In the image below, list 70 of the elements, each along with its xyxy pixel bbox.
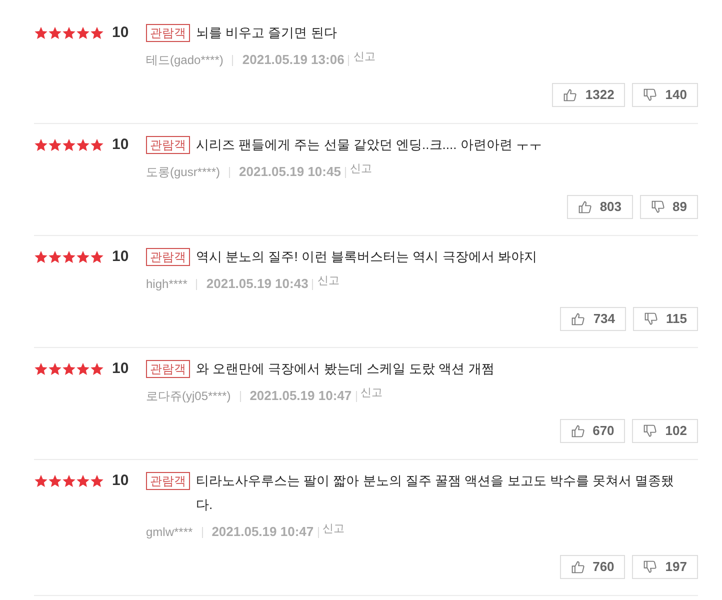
like-button[interactable]: 1322 (552, 83, 626, 107)
rating-score: 10 (112, 246, 129, 267)
star-icon (48, 138, 62, 152)
star-icon (76, 250, 90, 264)
viewer-badge: 관람객 (146, 136, 190, 154)
star-icon (34, 362, 48, 376)
author-name: 테드(gado****) (146, 52, 224, 69)
star-icon (34, 474, 48, 488)
review-date: 2021.05.19 10:45 (239, 163, 341, 182)
star-icon (62, 474, 76, 488)
rating-score: 10 (112, 134, 129, 155)
star-icon (62, 250, 76, 264)
author-name: gmlw**** (146, 524, 193, 541)
author-name: 도롱(gusr****) (146, 164, 220, 181)
thumbs-up-icon (578, 200, 592, 214)
like-button[interactable]: 803 (566, 195, 633, 219)
review-text: 역시 분노의 질주! 이런 블록버스터는 역시 극장에서 봐야지 (196, 248, 537, 266)
star-icon (90, 250, 104, 264)
star-icon (48, 250, 62, 264)
star-icon (76, 362, 90, 376)
thumbs-down-icon (650, 200, 665, 214)
review-text: 티라노사우루스는 팔이 짧아 분노의 질주 꿀잼 액션을 보고도 박수를 못쳐서 멸종됐다. (196, 472, 676, 514)
rating-score: 10 (112, 358, 129, 379)
thumbs-up-icon (563, 88, 578, 102)
star-icon (48, 26, 62, 40)
dislike-button[interactable]: 197 (632, 555, 698, 579)
star-icon (90, 362, 104, 376)
dislike-button[interactable]: 140 (632, 83, 698, 107)
star-icon (90, 26, 104, 40)
star-icon (48, 362, 62, 376)
thumbs-down-icon (643, 424, 658, 438)
star-icon (90, 138, 104, 152)
thumbs-down-icon (643, 560, 658, 574)
star-icon (34, 138, 48, 152)
review-date: 2021.05.19 10:43 (206, 275, 308, 294)
viewer-badge: 관람객 (146, 360, 190, 378)
star-icon (62, 26, 76, 40)
thumbs-down-icon (643, 88, 658, 102)
like-button[interactable]: 734 (560, 307, 626, 331)
star-icon (90, 474, 104, 488)
author-name: 로다쥬(yj05****) (146, 388, 231, 405)
star-icon (76, 26, 90, 40)
star-icon (62, 138, 76, 152)
rating-score: 10 (112, 22, 129, 43)
star-icon (34, 250, 48, 264)
thumbs-up-icon (570, 424, 585, 438)
thumbs-up-icon (570, 560, 585, 574)
star-icon (62, 362, 76, 376)
review-text: 와 오랜만에 극장에서 봤는데 스케일 도랐 액션 개쩜 (196, 360, 494, 378)
viewer-badge: 관람객 (146, 472, 190, 490)
author-name: high**** (146, 276, 188, 293)
review-date: 2021.05.19 10:47 (250, 387, 352, 406)
thumbs-up-icon (571, 312, 586, 326)
review-text: 시리즈 팬들에게 주는 선물 같았던 엔딩..크.... 아련아련 ㅜㅜ (196, 136, 542, 154)
review-date: 2021.05.19 10:47 (212, 523, 314, 542)
star-icon (34, 26, 48, 40)
thumbs-down-icon (644, 312, 658, 326)
rating-score: 10 (112, 470, 129, 491)
review-text: 뇌를 비우고 즐기면 된다 (196, 24, 337, 42)
dislike-button[interactable]: 89 (640, 195, 698, 219)
review-date: 2021.05.19 13:06 (242, 51, 344, 70)
dislike-button[interactable]: 115 (633, 307, 698, 331)
like-button[interactable]: 760 (560, 555, 626, 579)
star-icon (76, 474, 90, 488)
dislike-button[interactable]: 102 (632, 419, 698, 443)
viewer-badge: 관람객 (146, 248, 190, 266)
star-icon (48, 474, 62, 488)
viewer-badge: 관람객 (146, 24, 190, 42)
star-icon (76, 138, 90, 152)
like-button[interactable]: 670 (560, 419, 626, 443)
